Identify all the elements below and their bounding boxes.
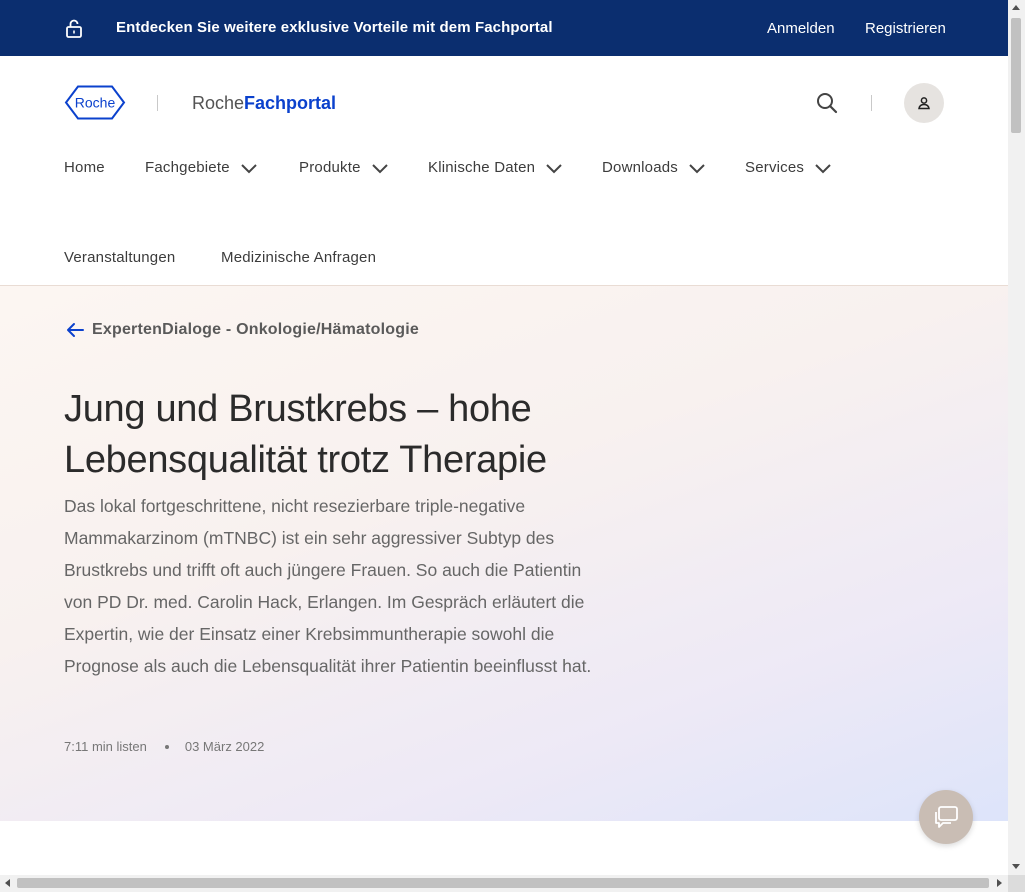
scroll-right-arrow[interactable]	[997, 879, 1002, 887]
chat-button[interactable]	[919, 790, 973, 844]
read-time: 7:11 min listen	[64, 739, 147, 754]
svg-text:Roche: Roche	[75, 95, 116, 111]
arrow-left-icon	[67, 323, 84, 337]
scroll-left-arrow[interactable]	[5, 879, 10, 887]
promo-text: Entdecken Sie weitere exklusive Vorteile…	[116, 19, 553, 36]
chevron-down-icon	[241, 163, 257, 173]
user-account-button[interactable]	[904, 83, 944, 123]
nav-produkte[interactable]: Produkte	[299, 159, 389, 176]
nav-label: Downloads	[602, 159, 679, 176]
title-line-2: Lebensqualität trotz Therapie	[64, 439, 547, 481]
nav-label: Fachgebiete	[145, 159, 230, 176]
logo-separator	[157, 95, 158, 111]
header-separator	[871, 95, 872, 111]
nav-home[interactable]: Home	[64, 159, 105, 176]
portal-name-strong: Fachportal	[244, 93, 337, 113]
title-line-1: Jung und Brustkrebs – hohe	[64, 388, 532, 430]
lock-icon	[66, 19, 82, 38]
article-lead: Das lokal fortgeschrittene, nicht resezi…	[64, 496, 592, 676]
nav-label: Produkte	[299, 159, 361, 176]
vertical-scroll-thumb[interactable]	[1011, 18, 1021, 133]
horizontal-scrollbar[interactable]	[0, 875, 1008, 892]
login-link[interactable]: Anmelden	[767, 20, 835, 37]
portal-prefix: Roche	[192, 93, 245, 113]
user-icon	[918, 97, 930, 110]
scroll-up-arrow[interactable]	[1012, 5, 1020, 10]
scroll-down-arrow[interactable]	[1012, 864, 1020, 869]
chevron-down-icon	[546, 163, 562, 173]
nav-label: Home	[64, 159, 105, 176]
nav-services[interactable]: Services	[745, 159, 832, 176]
chevron-down-icon	[371, 163, 388, 173]
meta-dot	[164, 744, 169, 749]
roche-logo[interactable]: Roche	[64, 85, 126, 120]
article-title: Jung und Brustkrebs – hohe Lebensqualitä…	[64, 384, 624, 486]
breadcrumb-back-link[interactable]: ExpertenDialoge - Onkologie/Hämatologie	[66, 321, 419, 339]
nav-downloads[interactable]: Downloads	[602, 159, 706, 176]
search-icon[interactable]	[816, 92, 838, 114]
nav-fachgebiete[interactable]: Fachgebiete	[145, 159, 258, 176]
nav-label: Klinische Daten	[428, 159, 536, 176]
register-link[interactable]: Registrieren	[865, 20, 946, 37]
promo-bar: Entdecken Sie weitere exklusive Vorteile…	[0, 0, 1008, 56]
nav-medizinische-anfragen[interactable]: Medizinische Anfragen	[221, 249, 376, 266]
chat-icon	[935, 806, 958, 828]
article-meta: 7:11 min listen 03 März 2022	[64, 739, 264, 754]
chevron-down-icon	[815, 163, 831, 173]
nav-veranstaltungen[interactable]: Veranstaltungen	[64, 249, 175, 266]
breadcrumb-label: ExpertenDialoge - Onkologie/Hämatologie	[92, 321, 419, 338]
portal-name[interactable]: RocheFachportal	[192, 93, 336, 114]
chevron-down-icon	[689, 163, 705, 173]
nav-klinische-daten[interactable]: Klinische Daten	[428, 159, 563, 176]
publish-date: 03 März 2022	[184, 739, 265, 754]
vertical-scrollbar[interactable]	[1008, 0, 1025, 875]
scrollbar-corner	[1008, 875, 1025, 892]
horizontal-scroll-thumb[interactable]	[17, 878, 989, 888]
nav-label: Services	[745, 159, 805, 176]
